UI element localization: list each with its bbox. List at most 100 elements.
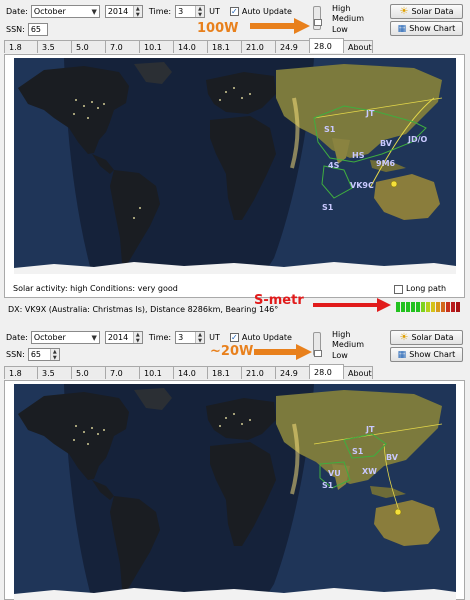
date-label: Date: (6, 7, 28, 16)
month-select[interactable]: October ▼ (30, 331, 100, 344)
tab-1-8[interactable]: 1.8 (4, 40, 38, 53)
smeter-segment (426, 302, 430, 312)
month-select[interactable]: October ▼ (30, 5, 100, 18)
map-label-xw: XW (362, 467, 377, 476)
tab-14-0[interactable]: 14.0 (173, 40, 208, 53)
show-chart-button[interactable]: ▦ Show Chart (390, 21, 463, 36)
propagation-map-frame: S1 JT BV JD/O HS 9M6 4S VK9C S1 Solar ac… (4, 54, 465, 298)
tab-10-1[interactable]: 10.1 (139, 366, 174, 379)
power-level-medium: Medium (332, 340, 364, 349)
time-unit: UT (209, 333, 220, 342)
chevron-down-icon[interactable]: ▼ (196, 338, 204, 344)
world-map[interactable]: S1 JT BV VU XW S1 (14, 384, 456, 600)
auto-update-checkbox[interactable]: ✓ (229, 7, 239, 16)
tab-1-8[interactable]: 1.8 (4, 366, 38, 379)
tab-7-0[interactable]: 7.0 (105, 40, 140, 53)
tab-5-0[interactable]: 5.0 (71, 40, 106, 53)
time-unit: UT (209, 7, 220, 16)
smeter-segment (446, 302, 450, 312)
smeter-segment (441, 302, 445, 312)
tab-5-0[interactable]: 5.0 (71, 366, 106, 379)
ssn-label: SSN: (6, 350, 25, 359)
map-label-vu: VU (328, 469, 341, 478)
spinner-arrows[interactable]: ▲ ▼ (195, 332, 205, 344)
solar-data-label: Solar Data (411, 333, 454, 342)
sun-icon: ☀ (399, 332, 409, 343)
smeter-segment (401, 302, 405, 312)
solar-data-button[interactable]: ☀ Solar Data (390, 4, 463, 19)
month-value: October (33, 7, 66, 16)
show-chart-button[interactable]: ▦ Show Chart (390, 347, 463, 362)
map-label-s1: S1 (352, 447, 364, 456)
smeter-segment (451, 302, 455, 312)
time-spinner[interactable]: 3 ▲ ▼ (175, 5, 206, 18)
map-label-vk9c: VK9C (350, 181, 374, 190)
chevron-down-icon[interactable]: ▼ (134, 12, 142, 18)
tab-28-0[interactable]: 28.0 (309, 364, 344, 379)
solar-data-button[interactable]: ☀ Solar Data (390, 330, 463, 345)
power-level-medium: Medium (332, 14, 364, 23)
power-annotation: 100W (197, 21, 239, 36)
tab-3-5[interactable]: 3.5 (37, 366, 72, 379)
map-label-jt: JT (365, 109, 375, 118)
power-level-switch[interactable] (313, 6, 322, 30)
chart-icon: ▦ (397, 23, 407, 34)
band-tabs: 1.8 3.5 5.0 7.0 10.1 14.0 18.1 21.0 24.9… (4, 38, 373, 54)
dx-info-text: DX: VK9X (Australia: Christmas Is), Dist… (8, 304, 279, 314)
tab-28-0[interactable]: 28.0 (309, 38, 344, 53)
time-value: 3 (178, 333, 184, 342)
power-level-switch[interactable] (313, 332, 322, 357)
spinner-arrows[interactable]: ▲ ▼ (132, 6, 142, 18)
propagation-map-frame: S1 JT BV VU XW S1 (4, 380, 465, 600)
tab-about[interactable]: About (343, 40, 373, 53)
tab-21-0[interactable]: 21.0 (241, 366, 276, 379)
year-spinner[interactable]: 2014 ▲ ▼ (104, 331, 143, 344)
year-spinner[interactable]: 2014 ▲ ▼ (104, 5, 143, 18)
bottom-panel: Date: October ▼ 2014 ▲ ▼ Time: 3 ▲ ▼ UT ✓ … (0, 326, 470, 600)
smeter-segment (416, 302, 420, 312)
smeter-segment (411, 302, 415, 312)
band-tabs: 1.8 3.5 5.0 7.0 10.1 14.0 18.1 21.0 24.9… (4, 364, 373, 380)
map-label-s1-south: S1 (322, 203, 334, 212)
tab-18-1[interactable]: 18.1 (207, 366, 242, 379)
tab-21-0[interactable]: 21.0 (241, 40, 276, 53)
tab-10-1[interactable]: 10.1 (139, 40, 174, 53)
tab-14-0[interactable]: 14.0 (173, 366, 208, 379)
auto-update-checkbox[interactable]: ✓ (229, 333, 239, 342)
tab-3-5[interactable]: 3.5 (37, 40, 72, 53)
spinner-arrows[interactable]: ▲ ▼ (195, 6, 205, 18)
world-map[interactable]: S1 JT BV JD/O HS 9M6 4S VK9C S1 (14, 58, 456, 274)
tab-about[interactable]: About (343, 366, 373, 379)
smeter-segment (421, 302, 425, 312)
power-level-low: Low (332, 351, 348, 360)
smeter-segment (456, 302, 460, 312)
date-label: Date: (6, 333, 28, 342)
ssn-spinner[interactable]: 65 (27, 23, 48, 36)
tab-24-9[interactable]: 24.9 (275, 366, 310, 379)
power-switch-knob[interactable] (314, 350, 322, 357)
time-label: Time: (148, 7, 172, 16)
chevron-down-icon[interactable]: ▼ (196, 12, 204, 18)
spinner-arrows[interactable]: ▲ ▼ (49, 349, 59, 361)
power-switch-knob[interactable] (314, 19, 322, 26)
arrow-icon (250, 18, 310, 34)
tab-18-1[interactable]: 18.1 (207, 40, 242, 53)
chart-icon: ▦ (397, 349, 407, 360)
spinner-arrows[interactable]: ▲ ▼ (132, 332, 142, 344)
sun-icon: ☀ (399, 6, 409, 17)
time-spinner[interactable]: 3 ▲ ▼ (175, 331, 206, 344)
ssn-spinner[interactable]: 65 ▲ ▼ (27, 348, 60, 361)
chevron-down-icon[interactable]: ▼ (51, 355, 59, 361)
solar-activity-text: Solar activity: high Conditions: very go… (13, 284, 178, 293)
power-level-high: High (332, 4, 351, 13)
tab-24-9[interactable]: 24.9 (275, 40, 310, 53)
long-path-checkbox[interactable] (394, 285, 403, 294)
auto-update-label: Auto Update (241, 7, 292, 16)
power-level-high: High (332, 330, 351, 339)
solar-data-label: Solar Data (411, 7, 454, 16)
tab-7-0[interactable]: 7.0 (105, 366, 140, 379)
ssn-value: 65 (30, 25, 42, 34)
arrow-icon (254, 344, 312, 360)
power-annotation: ~20W (210, 344, 254, 359)
chevron-down-icon[interactable]: ▼ (134, 338, 142, 344)
